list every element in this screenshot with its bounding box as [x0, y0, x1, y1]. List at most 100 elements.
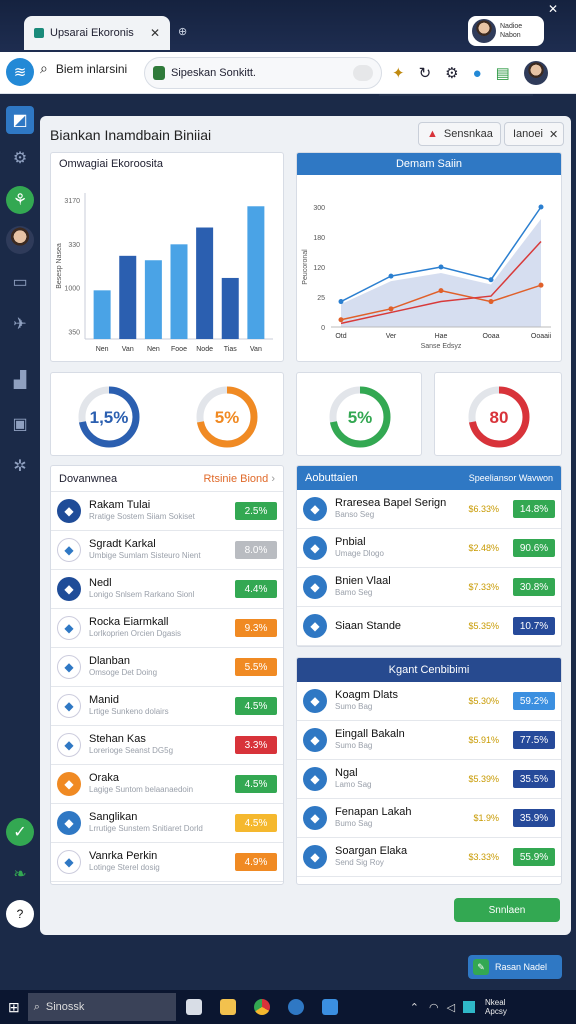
list-item-amount: $6.33% — [468, 504, 499, 514]
list-item-sub: Lamo Sag — [335, 780, 372, 789]
sidebar-help-icon[interactable]: ? — [6, 900, 34, 928]
extension-icon[interactable]: ✦ — [392, 64, 405, 82]
profile-chip[interactable]: Nadioe Nabon — [468, 16, 544, 46]
bar-x-tick: Nen — [147, 346, 160, 353]
chrome-icon[interactable] — [253, 999, 270, 1015]
browser-icon[interactable] — [287, 999, 304, 1015]
clock[interactable]: Nkeal Apcsy — [485, 998, 507, 1016]
list-item[interactable]: ◆ Eingall Bakaln Sumo Bag $5.91% 77.5% — [297, 721, 561, 760]
tab-favicon-icon — [34, 28, 44, 38]
list-item-icon: ◆ — [303, 575, 327, 599]
list-item-icon: ◆ — [303, 806, 327, 830]
tab-bar: Upsarai Ekoronis ✕ ⊕ Nadioe Nabon ✕ — [0, 0, 576, 52]
search-icon: ⌕ — [40, 60, 48, 76]
tray-up-icon[interactable]: ⌃ — [410, 1001, 419, 1014]
folder-icon[interactable] — [219, 999, 236, 1015]
list-item[interactable]: ◆ Stehan Kas Lorerioge Seanst DG5g 3.3% — [51, 726, 283, 765]
sidebar-rocket-icon[interactable]: ✈ — [6, 310, 34, 338]
volume-icon[interactable]: ◁ — [447, 1001, 455, 1014]
sidebar-chat-icon[interactable]: ✓ — [6, 818, 34, 846]
line-y-tick: 0 — [321, 325, 325, 332]
user-avatar[interactable] — [523, 61, 548, 85]
list-item[interactable]: ◆ Manid Lrtige Sunkeno dolairs 4.5% — [51, 687, 283, 726]
status-badge: 10.7% — [513, 617, 555, 635]
list-item-amount: $5.91% — [468, 735, 499, 745]
sidebar-avatar[interactable] — [6, 226, 34, 254]
right-top-link[interactable]: Speeliansor Wavwon — [469, 473, 553, 483]
list-item[interactable]: ◆ Nedl Lonigo Snlsem Rarkano Sionl 4.4% — [51, 570, 283, 609]
list-item[interactable]: ◆ Koagm Dlats Sumo Bag $5.30% 59.2% — [297, 682, 561, 721]
line-point-0-1 — [388, 273, 394, 279]
app-logo-icon[interactable]: ≋ — [6, 58, 34, 86]
list-item-sub: Umage Dlogo — [335, 549, 384, 558]
browser-tab[interactable]: Upsarai Ekoronis ✕ — [24, 16, 170, 50]
main-panel: Biankan Inamdbain Biniiai ▲ Sensnkaa Ian… — [40, 116, 571, 935]
header-button-one[interactable]: ▲ Sensnkaa — [418, 122, 501, 146]
list-item[interactable]: ◆ Vanrka Perkin Lotinge Sterel dosig 4.9% — [51, 843, 283, 882]
list-item[interactable]: ◆ Ngal Lamo Sag $5.39% 35.5% — [297, 760, 561, 799]
line-point-0-4 — [538, 204, 544, 210]
settings-icon[interactable]: ⚙ — [445, 64, 458, 82]
status-badge: 35.9% — [513, 809, 555, 827]
tab-title: Upsarai Ekoronis — [50, 27, 134, 39]
new-tab-icon[interactable]: ⊕ — [178, 25, 187, 38]
bar-y-tick: 330 — [68, 242, 80, 249]
header-button-two[interactable]: Ianoei ✕ — [504, 122, 564, 146]
sidebar-document-icon[interactable]: ▭ — [6, 268, 34, 296]
list-item[interactable]: ◆ Siaan Stande $5.35% 10.7% — [297, 607, 561, 646]
store-icon[interactable] — [321, 999, 338, 1015]
list-item[interactable]: ◆ Sanglikan Lrrutige Sunstem Snitiaret Dor… — [51, 804, 283, 843]
share-icon[interactable]: ● — [473, 65, 482, 82]
list-item[interactable]: ◆ Rakam Tulai Rratige Sostem Siiam Sokiset… — [51, 492, 283, 531]
search-box[interactable]: ⌕ Biem inlarsini — [40, 60, 127, 77]
line-x-tick: Otd — [335, 333, 346, 340]
sidebar-gear-icon[interactable]: ✲ — [6, 452, 34, 480]
sidebar-home-icon[interactable]: ◩ — [6, 106, 34, 134]
status-badge: 4.4% — [235, 580, 277, 598]
list-item[interactable]: ◆ Rraresea Bapel Serign Banso Seg $6.33% 14.… — [297, 490, 561, 529]
list-item-icon: ◆ — [57, 499, 81, 523]
list-item-icon: ◆ — [303, 536, 327, 560]
windows-start-icon[interactable]: ⊞ — [8, 999, 20, 1016]
floating-action-button[interactable]: ✎ Rasan Nadel — [468, 955, 562, 979]
bar-x-tick: Tias — [224, 346, 237, 353]
list-item-icon: ◆ — [303, 767, 327, 791]
list-item[interactable]: ◆ Soargan Elaka Send Sig Roy $3.33% 55.9% — [297, 838, 561, 877]
list-item[interactable]: ◆ Dlanban Omsoge Det Doing 5.5% — [51, 648, 283, 687]
status-badge: 4.9% — [235, 853, 277, 871]
list-item[interactable]: ◆ Oraka Lagige Suntom belaanaedoin 4.5% — [51, 765, 283, 804]
sidebar-clipboard-icon[interactable]: ▣ — [6, 410, 34, 438]
list-item-sub: Bamo Seg — [335, 588, 373, 597]
left-list-link[interactable]: Rtsinie Biond › — [203, 473, 275, 485]
sidebar-leaf-icon[interactable]: ❧ — [6, 860, 34, 888]
window-close-icon[interactable]: ✕ — [548, 2, 558, 16]
cloud-icon — [353, 65, 373, 81]
tray-app-icon[interactable] — [463, 1001, 476, 1013]
sidebar-settings-icon[interactable]: ⚙ — [6, 144, 34, 172]
taskbar-search-label: Sinossk — [45, 1001, 85, 1013]
sidebar-chart-icon[interactable]: ▟ — [6, 366, 34, 394]
donut-right: 80 — [468, 386, 530, 448]
refresh-icon[interactable]: ↻ — [419, 64, 432, 82]
profile-name: Nadioe — [500, 23, 523, 30]
tab-close-icon[interactable]: ✕ — [150, 26, 160, 40]
right-top-title: Aobuttaien — [305, 472, 358, 484]
bar-x-tick: Fooe — [171, 346, 187, 353]
status-badge: 77.5% — [513, 731, 555, 749]
list-item[interactable]: ◆ Fenapan Lakah Bumo Sag $1.9% 35.9% — [297, 799, 561, 838]
address-bar[interactable]: Sipeskan Sonkitt. — [144, 57, 533, 96]
list-item[interactable]: ◆ Rocka Eiarmkall Lorlkoprien Orcien Dgasi… — [51, 609, 283, 648]
taskbar-search[interactable]: ⌕ Sinossk — [27, 993, 176, 1021]
header-button-one-label: Sensnkaa — [443, 128, 493, 140]
wifi-icon[interactable]: ◠ — [429, 1001, 439, 1014]
list-item[interactable]: ◆ Sgradt Karkal Umbige Sumlam Sisteuro Nie… — [51, 531, 283, 570]
list-item[interactable]: ◆ Pnbial Umage Dlogo $2.48% 90.6% — [297, 529, 561, 568]
line-point-0-3 — [488, 277, 494, 283]
list-item-icon: ◆ — [303, 728, 327, 752]
list-item[interactable]: ◆ Bnien Vlaal Bamo Seg $7.33% 30.8% — [297, 568, 561, 607]
sidebar-app-icon[interactable]: ⚘ — [6, 186, 34, 214]
taskview-icon[interactable] — [185, 999, 202, 1015]
list-icon[interactable]: ▤ — [496, 64, 510, 82]
primary-button[interactable]: Snnlaen — [454, 898, 560, 922]
address-text: Sipeskan Sonkitt. — [171, 67, 256, 79]
